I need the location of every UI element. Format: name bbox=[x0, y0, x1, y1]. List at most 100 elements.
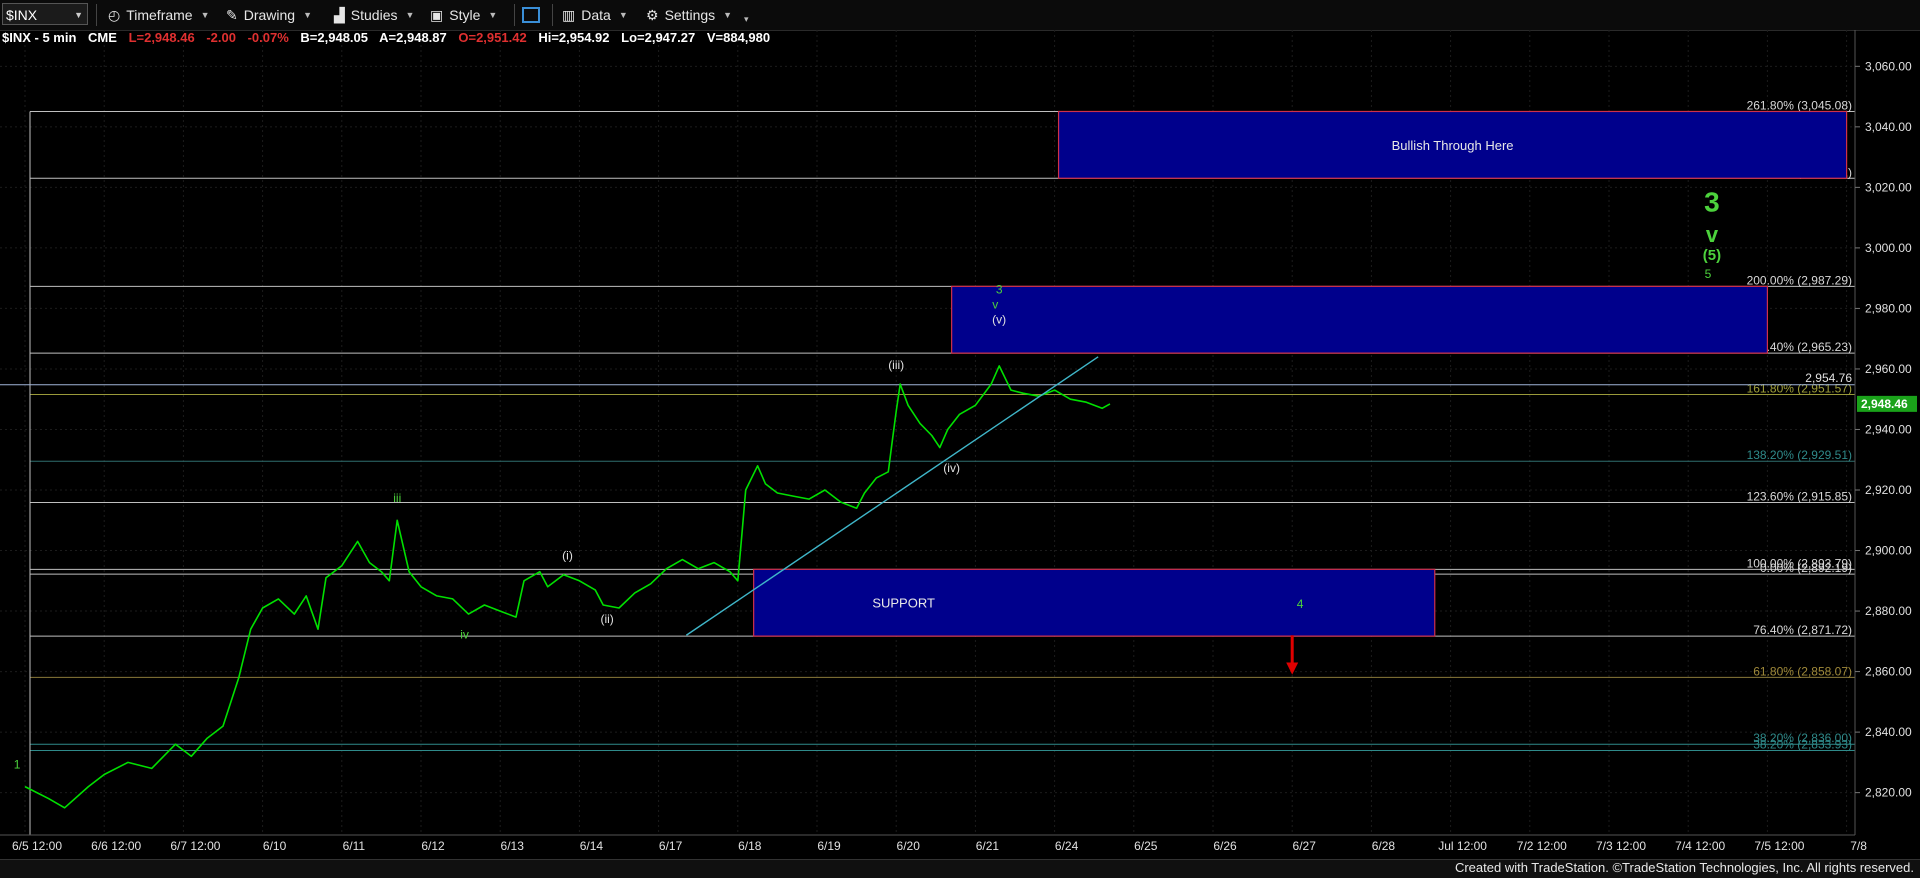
fib-level-label: 0.00% (2,892.19) bbox=[1760, 561, 1852, 575]
wave-label: 3 bbox=[1704, 187, 1720, 218]
drawing-label: Drawing bbox=[243, 7, 296, 23]
fib-level-label: 261.80% (3,045.08) bbox=[1747, 98, 1852, 112]
quote-symbol: $INX - 5 min bbox=[2, 30, 77, 45]
timeframe-label: Timeframe bbox=[126, 7, 193, 23]
fib-level-label: 200.00% (2,987.29) bbox=[1747, 273, 1852, 287]
chevron-down-icon[interactable]: ▼ bbox=[74, 4, 83, 26]
y-tick-label: 2,880.00 bbox=[1865, 604, 1912, 618]
y-tick-label: 3,000.00 bbox=[1865, 241, 1912, 255]
y-tick-label: 3,040.00 bbox=[1865, 120, 1912, 134]
x-tick-label: 7/2 12:00 bbox=[1517, 839, 1567, 853]
target-zone-box bbox=[753, 568, 1436, 637]
target-zone-box bbox=[951, 285, 1769, 354]
quote-change: -2.00 bbox=[206, 30, 236, 45]
chevron-down-icon: ▼ bbox=[723, 10, 733, 20]
wave-label: 5 bbox=[1705, 267, 1712, 281]
clock-icon: ◴ bbox=[108, 6, 121, 23]
quote-low: Lo=2,947.27 bbox=[621, 30, 696, 45]
fib-level-label: 38.20% (2,833.93) bbox=[1753, 737, 1852, 751]
drawing-menu[interactable]: ✎ Drawing ▼ bbox=[226, 0, 312, 30]
fib-level-label: 76.40% (2,871.72) bbox=[1753, 623, 1852, 637]
x-tick-label: 6/20 bbox=[897, 839, 921, 853]
x-tick-label: 7/3 12:00 bbox=[1596, 839, 1646, 853]
x-tick-label: Jul 12:00 bbox=[1438, 839, 1487, 853]
wave-label: (i) bbox=[562, 549, 573, 563]
y-tick-label: 2,900.00 bbox=[1865, 544, 1912, 558]
quote-bid: B=2,948.05 bbox=[300, 30, 369, 45]
data-menu[interactable]: ▥ Data ▼ bbox=[562, 0, 628, 30]
x-tick-label: 6/27 bbox=[1293, 839, 1317, 853]
toolbar-divider bbox=[514, 4, 515, 26]
toolbar-divider bbox=[552, 4, 553, 26]
wave-label: (iii) bbox=[888, 358, 904, 372]
x-tick-label: 6/26 bbox=[1213, 839, 1237, 853]
x-tick-label: 6/25 bbox=[1134, 839, 1158, 853]
fib-level-label: 61.80% (2,858.07) bbox=[1753, 664, 1852, 678]
chevron-down-icon: ▼ bbox=[405, 10, 415, 20]
toolbar: $INX ▼ ◴ Timeframe ▼ ✎ Drawing ▼ ▟ Studi… bbox=[0, 0, 1920, 31]
studies-label: Studies bbox=[350, 7, 398, 23]
x-tick-label: 6/17 bbox=[659, 839, 683, 853]
quote-high: Hi=2,954.92 bbox=[538, 30, 610, 45]
chevron-down-icon: ▼ bbox=[200, 10, 210, 20]
last-price-label: 2,948.46 bbox=[1861, 397, 1908, 411]
quote-exchange: CME bbox=[88, 30, 117, 45]
x-tick-label: 6/5 12:00 bbox=[12, 839, 62, 853]
chart-layout-button[interactable] bbox=[522, 0, 540, 30]
quote-ask: A=2,948.87 bbox=[379, 30, 447, 45]
chevron-down-icon: ▼ bbox=[488, 10, 498, 20]
x-tick-label: 6/24 bbox=[1055, 839, 1079, 853]
x-tick-label: 7/4 12:00 bbox=[1675, 839, 1725, 853]
wave-label: v bbox=[992, 297, 998, 311]
wave-label: (ii) bbox=[600, 612, 613, 626]
wave-label: 1 bbox=[14, 757, 21, 771]
layout-icon bbox=[522, 7, 540, 23]
fib-level-label: 138.20% (2,929.51) bbox=[1747, 448, 1852, 462]
data-icon: ▥ bbox=[562, 6, 576, 23]
x-tick-label: 7/8 bbox=[1850, 839, 1867, 853]
studies-icon: ▟ bbox=[334, 6, 345, 23]
data-label: Data bbox=[581, 7, 611, 23]
quote-last: L=2,948.46 bbox=[128, 30, 195, 45]
settings-menu[interactable]: ⚙ Settings ▼ bbox=[646, 0, 732, 30]
quote-bar: $INX - 5 min CME L=2,948.46 -2.00 -0.07%… bbox=[2, 30, 778, 48]
session-high-label: 2,954.76 bbox=[1805, 371, 1852, 385]
studies-menu[interactable]: ▟ Studies ▼ bbox=[334, 0, 414, 30]
x-tick-label: 6/13 bbox=[501, 839, 525, 853]
x-tick-label: 6/21 bbox=[976, 839, 1000, 853]
timeframe-menu[interactable]: ◴ Timeframe ▼ bbox=[108, 0, 210, 30]
wave-label: (5) bbox=[1703, 247, 1721, 264]
x-tick-label: 6/7 12:00 bbox=[170, 839, 220, 853]
gear-icon: ⚙ bbox=[646, 6, 659, 23]
symbol-input[interactable]: $INX ▼ bbox=[2, 3, 88, 25]
x-tick-label: 6/28 bbox=[1372, 839, 1396, 853]
style-icon: ▣ bbox=[430, 6, 444, 23]
x-tick-label: 6/10 bbox=[263, 839, 287, 853]
fib-level-label: 123.60% (2,915.85) bbox=[1747, 490, 1852, 504]
settings-label: Settings bbox=[664, 7, 716, 23]
wave-label: iv bbox=[460, 627, 469, 641]
price-chart[interactable]: 261.80% (3,045.08)238.20% (3,023.01)200.… bbox=[0, 30, 1920, 860]
y-tick-label: 2,960.00 bbox=[1865, 362, 1912, 376]
chevron-down-icon: ▼ bbox=[303, 10, 313, 20]
quote-volume: V=884,980 bbox=[706, 30, 771, 45]
y-tick-label: 2,920.00 bbox=[1865, 483, 1912, 497]
wave-label: 3 bbox=[996, 282, 1003, 296]
pencil-icon: ✎ bbox=[226, 6, 238, 23]
x-tick-label: 6/12 bbox=[421, 839, 445, 853]
symbol-value: $INX bbox=[6, 7, 38, 23]
quote-pct: -0.07% bbox=[247, 30, 289, 45]
wave-label: (v) bbox=[992, 313, 1006, 327]
y-tick-label: 2,820.00 bbox=[1865, 786, 1912, 800]
y-tick-label: 3,020.00 bbox=[1865, 180, 1912, 194]
wave-label: iii bbox=[393, 491, 401, 505]
x-tick-label: 6/19 bbox=[817, 839, 841, 853]
chevron-down-icon: ▼ bbox=[618, 10, 628, 20]
style-menu[interactable]: ▣ Style ▼ bbox=[430, 0, 497, 30]
toolbar-divider bbox=[96, 4, 97, 26]
wave-label: (iv) bbox=[943, 461, 960, 475]
x-tick-label: 6/6 12:00 bbox=[91, 839, 141, 853]
y-tick-label: 2,840.00 bbox=[1865, 725, 1912, 739]
zone-label: SUPPORT bbox=[872, 596, 935, 611]
quote-open: O=2,951.42 bbox=[458, 30, 527, 45]
